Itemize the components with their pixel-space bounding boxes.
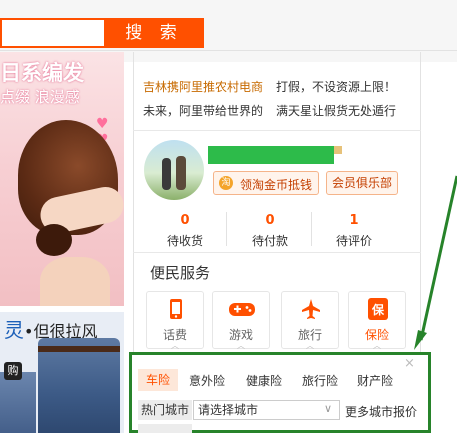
hot-city-label: 热门城市 — [138, 400, 192, 420]
taobao-coin-icon: 淘 — [219, 176, 233, 190]
banner-subline: 点缀 浪漫感 — [0, 88, 80, 106]
chevron-down-icon[interactable]: ∨ — [324, 402, 332, 415]
more-city-quotes-link[interactable]: 更多城市报价 — [345, 403, 417, 420]
tab-accident-insurance[interactable]: 意外险 — [189, 372, 225, 389]
airplane-icon — [302, 299, 320, 319]
news-link-1[interactable]: 吉林携阿里推农村电商 — [143, 78, 263, 95]
jeans-banner[interactable]: 灵•但很拉风 购 — [0, 312, 124, 433]
member-club-button[interactable]: 会员俱乐部 — [326, 171, 398, 195]
avatar[interactable] — [144, 140, 204, 200]
insurance-next-row — [138, 424, 192, 433]
news-link-2[interactable]: 打假，不设资源上限！ — [276, 78, 396, 95]
insurance-icon-text: 保 — [371, 303, 384, 317]
banner-headline: 日系编发 — [0, 61, 84, 85]
gamepad-icon — [229, 303, 255, 316]
taobao-coin-button[interactable]: 淘 领淘金币抵钱 — [213, 171, 319, 195]
tab-car-insurance[interactable]: 车险 — [138, 369, 178, 391]
jeans-banner-text-a: 灵 — [4, 318, 24, 342]
search-button[interactable]: 搜 索 — [104, 18, 204, 48]
username-badge-icon — [334, 146, 342, 154]
stat-pending-payment-count[interactable]: 0 — [230, 213, 310, 228]
avatar-person-1 — [162, 158, 171, 190]
service-travel[interactable]: 旅行 ︿ — [281, 291, 339, 350]
hair-style-banner[interactable]: 日系编发 点缀 浪漫感 ♥ ♥ — [0, 52, 124, 306]
service-games[interactable]: 游戏 ︿ — [212, 291, 270, 350]
insurance-panel — [129, 352, 431, 433]
divider — [226, 212, 227, 246]
phone-icon — [170, 299, 182, 319]
news-panel: 吉林携阿里推农村电商 打假，不设资源上限！ 未来，阿里带给世界的 满天星让假货无… — [133, 52, 423, 132]
chevron-up-icon: ︿ — [373, 341, 381, 350]
chevron-down-icon: ︿ — [171, 341, 179, 350]
tab-travel-insurance[interactable]: 旅行险 — [302, 372, 338, 389]
stat-pending-payment-label[interactable]: 待付款 — [230, 232, 310, 249]
services-title: 便民服务 — [150, 264, 211, 282]
divider — [133, 252, 421, 253]
avatar-person-2 — [176, 156, 186, 190]
hair-bun-image — [36, 224, 72, 256]
tab-property-insurance[interactable]: 财产险 — [357, 372, 393, 389]
stat-pending-receipt-count[interactable]: 0 — [145, 213, 225, 228]
jeans-image — [38, 338, 120, 433]
username-redacted — [208, 146, 334, 164]
jeans-image-left — [0, 372, 36, 433]
chevron-down-icon: ︿ — [237, 341, 245, 350]
service-insurance[interactable]: 保 保险 ︿ — [348, 291, 406, 350]
service-phone-bill[interactable]: 话费 ︿ — [146, 291, 204, 350]
news-link-4[interactable]: 满天星让假货无处遁行 — [276, 102, 396, 119]
chevron-down-icon: ︿ — [306, 341, 314, 350]
insurance-icon: 保 — [368, 298, 388, 320]
search-input[interactable] — [0, 18, 104, 48]
stat-pending-review-count[interactable]: 1 — [314, 213, 394, 228]
jeans-badge: 购 — [4, 362, 22, 380]
divider — [0, 50, 457, 51]
taobao-coin-label: 领淘金币抵钱 — [240, 178, 313, 192]
tab-health-insurance[interactable]: 健康险 — [246, 372, 282, 389]
divider — [133, 130, 421, 131]
divider — [311, 212, 312, 246]
stat-pending-review-label[interactable]: 待评价 — [314, 232, 394, 249]
news-link-3[interactable]: 未来，阿里带给世界的 — [143, 102, 263, 119]
neck-image — [40, 257, 110, 306]
belt-image — [38, 346, 120, 352]
stat-pending-receipt-label[interactable]: 待收货 — [145, 232, 225, 249]
close-icon[interactable]: × — [404, 356, 415, 371]
city-select[interactable]: 请选择城市 — [193, 400, 340, 420]
